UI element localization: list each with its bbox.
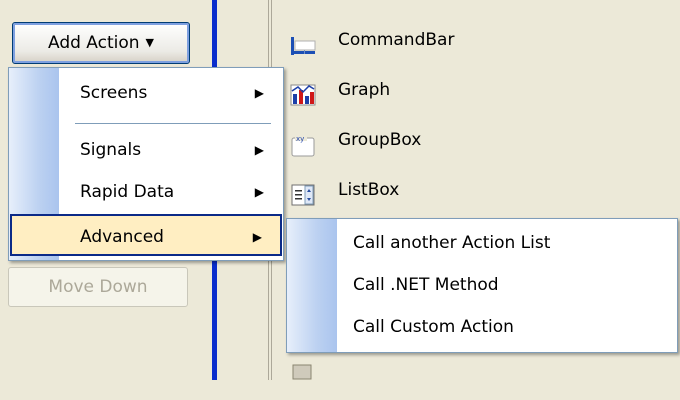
folder-icon — [290, 352, 316, 380]
toolbox-item-label: ListBox — [338, 180, 400, 200]
menu-item-rapid-data[interactable]: Rapid Data ▶ — [10, 171, 282, 213]
menu-item-label: Rapid Data — [80, 182, 175, 202]
menu-item-label: Screens — [80, 83, 148, 103]
groupbox-icon: xy — [290, 128, 316, 157]
menu-separator — [75, 123, 271, 124]
menu-item-label: Signals — [80, 140, 142, 160]
toolbox-item-label: CommandBar — [338, 30, 455, 50]
toolbox-item-label: Graph — [338, 80, 391, 100]
add-action-menu: Screens ▶ Signals ▶ Rapid Data ▶ Advance… — [8, 67, 284, 261]
advanced-submenu: Call another Action List Call .NET Metho… — [286, 218, 678, 353]
toolbox-item-label: GroupBox — [338, 130, 422, 150]
menu-item-call-action-list[interactable]: Call another Action List — [353, 223, 550, 263]
menu-item-label: Call .NET Method — [353, 275, 499, 295]
move-down-label: Move Down — [48, 277, 148, 297]
svg-text:xy: xy — [296, 135, 304, 143]
submenu-arrow-icon: ▶ — [254, 86, 264, 100]
menu-item-label: Call another Action List — [353, 233, 551, 253]
listbox-icon — [290, 178, 316, 206]
submenu-arrow-icon: ▶ — [254, 185, 264, 199]
submenu-arrow-icon: ▶ — [254, 143, 264, 157]
menu-item-label: Call Custom Action — [353, 317, 514, 337]
menu-icon-strip — [287, 219, 337, 352]
commandbar-icon — [290, 28, 316, 55]
menu-item-label: Advanced — [80, 227, 164, 247]
chevron-down-icon: ▼ — [145, 36, 155, 49]
add-action-label: Add Action — [47, 33, 140, 53]
add-action-button[interactable]: Add Action ▼ — [12, 22, 190, 64]
menu-item-advanced[interactable]: Advanced ▶ — [10, 214, 282, 256]
graph-icon — [290, 78, 316, 106]
move-down-button[interactable]: Move Down — [8, 267, 188, 307]
submenu-arrow-icon: ▶ — [252, 230, 262, 244]
menu-item-screens[interactable]: Screens ▶ — [10, 72, 282, 114]
menu-item-call-custom-action[interactable]: Call Custom Action — [353, 307, 514, 347]
menu-item-call-net-method[interactable]: Call .NET Method — [353, 265, 499, 305]
menu-item-signals[interactable]: Signals ▶ — [10, 129, 282, 171]
